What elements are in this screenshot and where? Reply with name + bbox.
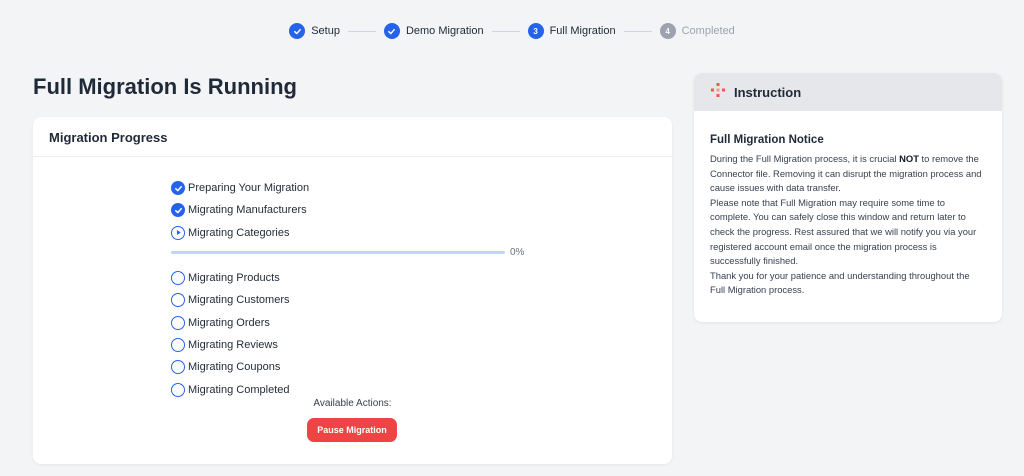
task-label: Migrating Manufacturers: [188, 204, 307, 217]
instruction-icon: [710, 82, 726, 103]
task-reviews: Migrating Reviews: [171, 334, 531, 356]
task-label: Migrating Coupons: [188, 361, 281, 374]
task-list: Preparing Your Migration Migrating Manuf…: [171, 177, 531, 401]
check-circle-icon: [171, 181, 185, 196]
step-number: 4: [659, 23, 676, 39]
step-connector: [491, 30, 520, 32]
task-label: Migrating Products: [188, 272, 280, 285]
notice-paragraph: During the Full Migration process, it is…: [710, 152, 986, 196]
check-circle-icon: [171, 203, 185, 218]
task-customers: Migrating Customers: [171, 289, 531, 311]
empty-circle-icon: [171, 360, 185, 375]
step-connector: [347, 30, 376, 32]
step-label: Full Migration: [549, 25, 616, 37]
notice-text: During the Full Migration process, it is…: [710, 152, 986, 298]
notice-paragraph: Thank you for your patience and understa…: [710, 269, 970, 296]
progress-percent: 0%: [510, 246, 525, 258]
check-icon: [383, 23, 400, 39]
category-progress: 0%: [171, 244, 531, 261]
empty-circle-icon: [171, 293, 185, 308]
notice-emphasis: NOT: [899, 153, 919, 164]
task-categories: Migrating Categories: [171, 222, 531, 244]
check-icon: [289, 23, 306, 39]
card-title: Migration Progress: [33, 117, 672, 157]
migration-stepper: Setup Demo Migration 3 Full Migration 4 …: [0, 19, 1024, 43]
step-label: Setup: [311, 25, 340, 37]
progress-bar: [171, 250, 505, 254]
instruction-header: Instruction: [694, 73, 1002, 111]
task-label: Migrating Reviews: [188, 338, 278, 351]
task-label: Migrating Categories: [188, 226, 290, 239]
migration-progress-card: Migration Progress Preparing Your Migrat…: [33, 117, 672, 464]
step-label: Demo Migration: [405, 25, 484, 37]
task-manufacturers: Migrating Manufacturers: [171, 199, 531, 221]
task-label: Migrating Orders: [188, 316, 270, 329]
step-completed: 4 Completed: [659, 23, 735, 39]
empty-circle-icon: [171, 271, 185, 286]
step-connector: [623, 30, 652, 32]
task-label: Migrating Completed: [188, 383, 290, 396]
play-circle-icon: [171, 225, 185, 240]
page-title: Full Migration Is Running: [33, 74, 297, 99]
available-actions-label: Available Actions:: [313, 398, 392, 409]
task-products: Migrating Products: [171, 267, 531, 289]
step-label: Completed: [681, 25, 735, 37]
task-preparing: Preparing Your Migration: [171, 177, 531, 199]
task-coupons: Migrating Coupons: [171, 356, 531, 378]
task-label: Migrating Customers: [188, 294, 290, 307]
notice-text-part: During the Full Migration process, it is…: [710, 153, 900, 164]
notice-paragraph: Please note that Full Migration may requ…: [710, 196, 977, 267]
notice-title: Full Migration Notice: [710, 134, 824, 146]
step-full-migration: 3 Full Migration: [527, 23, 616, 39]
instruction-body: Full Migration Notice During the Full Mi…: [694, 111, 1002, 298]
empty-circle-icon: [171, 315, 185, 330]
task-label: Preparing Your Migration: [188, 182, 310, 195]
instruction-card: Instruction Full Migration Notice During…: [694, 73, 1002, 322]
task-orders: Migrating Orders: [171, 311, 531, 333]
step-setup: Setup: [289, 23, 340, 39]
step-number: 3: [527, 23, 544, 39]
instruction-title: Instruction: [734, 84, 802, 100]
empty-circle-icon: [171, 382, 185, 397]
step-demo-migration: Demo Migration: [383, 23, 484, 39]
empty-circle-icon: [171, 337, 185, 352]
pause-migration-button[interactable]: Pause Migration: [307, 418, 397, 442]
